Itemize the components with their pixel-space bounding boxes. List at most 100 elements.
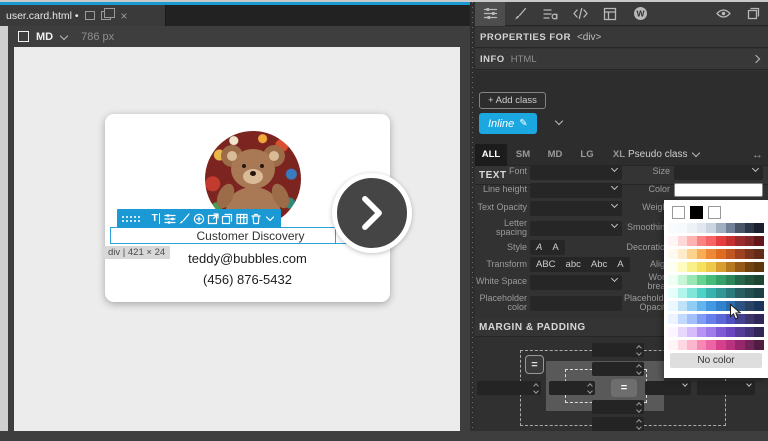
- color-swatch[interactable]: [678, 249, 688, 259]
- breakpoint-tab-sm[interactable]: SM: [507, 144, 539, 166]
- color-swatch[interactable]: [745, 275, 755, 285]
- margin-right-select[interactable]: [697, 381, 755, 395]
- color-swatch[interactable]: [706, 288, 716, 298]
- color-swatch[interactable]: [735, 223, 745, 233]
- padding-bottom-stepper[interactable]: [592, 400, 644, 414]
- insert-icon[interactable]: [192, 211, 205, 226]
- breakpoint-tab-md[interactable]: MD: [539, 144, 571, 166]
- color-swatch[interactable]: [687, 314, 697, 324]
- color-swatch[interactable]: [668, 249, 678, 259]
- preview-window-icon[interactable]: [85, 11, 95, 20]
- color-swatch[interactable]: [697, 236, 707, 246]
- duplicate-icon[interactable]: [221, 211, 234, 226]
- color-swatch[interactable]: [745, 249, 755, 259]
- color-swatch[interactable]: [687, 301, 697, 311]
- edit-text-icon[interactable]: T: [149, 211, 162, 226]
- color-swatch[interactable]: [678, 262, 688, 272]
- style-sliders-icon[interactable]: [163, 211, 176, 226]
- pseudo-class-selector[interactable]: Pseudo class: [628, 149, 699, 160]
- chevron-right-icon[interactable]: [752, 55, 760, 63]
- color-swatch[interactable]: [745, 301, 755, 311]
- size-select[interactable]: [674, 165, 763, 180]
- color-swatch[interactable]: [745, 314, 755, 324]
- close-tab-icon[interactable]: ×: [121, 11, 128, 21]
- color-swatch[interactable]: [745, 262, 755, 272]
- visibility-icon[interactable]: [708, 2, 738, 26]
- color-swatch[interactable]: [754, 236, 764, 246]
- color-swatch[interactable]: [697, 262, 707, 272]
- breakpoint-selector[interactable]: MD: [36, 31, 53, 43]
- color-swatch[interactable]: [735, 288, 745, 298]
- color-input[interactable]: [674, 183, 763, 197]
- breakpoint-tab-all[interactable]: ALL: [475, 144, 507, 166]
- transform-lowercase-button[interactable]: abc: [561, 258, 586, 271]
- more-chevron-icon[interactable]: [264, 211, 277, 226]
- color-swatch[interactable]: [754, 223, 764, 233]
- color-swatch[interactable]: [668, 288, 678, 298]
- tab-attributes[interactable]: [535, 2, 565, 26]
- color-swatch[interactable]: [726, 249, 736, 259]
- color-swatch[interactable]: [687, 223, 697, 233]
- viewport-frame-icon[interactable]: [18, 31, 29, 42]
- placeholder-color-input[interactable]: [530, 296, 622, 311]
- color-swatch[interactable]: [687, 288, 697, 298]
- color-swatch[interactable]: [706, 223, 716, 233]
- color-swatch[interactable]: [697, 249, 707, 259]
- color-swatch[interactable]: [735, 262, 745, 272]
- color-swatch[interactable]: [706, 340, 716, 350]
- color-swatch[interactable]: [745, 236, 755, 246]
- inline-style-button[interactable]: Inline ✎: [479, 113, 537, 134]
- color-swatch[interactable]: [754, 301, 764, 311]
- color-swatch[interactable]: [668, 275, 678, 285]
- no-color-button[interactable]: No color: [670, 353, 762, 368]
- color-swatch[interactable]: [668, 314, 678, 324]
- color-swatch[interactable]: [678, 327, 688, 337]
- padding-right-select[interactable]: [645, 381, 691, 395]
- style-italic-button[interactable]: A: [531, 241, 547, 254]
- add-class-button[interactable]: + Add class: [479, 92, 546, 109]
- brush-icon[interactable]: [178, 211, 191, 226]
- margin-left-stepper[interactable]: [477, 381, 541, 395]
- color-swatch[interactable]: [668, 301, 678, 311]
- color-swatch[interactable]: [678, 301, 688, 311]
- color-swatch[interactable]: [678, 275, 688, 285]
- card-phone-text[interactable]: (456) 876-5432: [105, 272, 390, 287]
- layout-grid-icon[interactable]: [235, 211, 248, 226]
- color-swatch[interactable]: [697, 314, 707, 324]
- color-swatch[interactable]: [668, 327, 678, 337]
- font-select[interactable]: [530, 165, 622, 180]
- color-swatch[interactable]: [745, 288, 755, 298]
- quick-swatch[interactable]: [708, 206, 721, 219]
- color-swatch[interactable]: [706, 314, 716, 324]
- breakpoint-tab-lg[interactable]: LG: [571, 144, 603, 166]
- color-swatch[interactable]: [678, 223, 688, 233]
- color-swatch[interactable]: [726, 288, 736, 298]
- letter-spacing-select[interactable]: [530, 221, 622, 236]
- color-swatch[interactable]: [754, 340, 764, 350]
- color-swatch[interactable]: [726, 327, 736, 337]
- color-swatch[interactable]: [668, 262, 678, 272]
- color-swatch[interactable]: [726, 275, 736, 285]
- margin-bottom-stepper[interactable]: [592, 417, 644, 431]
- color-swatch[interactable]: [716, 275, 726, 285]
- color-swatch[interactable]: [754, 275, 764, 285]
- color-swatch[interactable]: [687, 327, 697, 337]
- color-swatch[interactable]: [716, 340, 726, 350]
- detach-window-icon[interactable]: [101, 11, 111, 20]
- padding-left-stepper[interactable]: [549, 381, 595, 395]
- color-swatch[interactable]: [697, 288, 707, 298]
- quick-swatch[interactable]: [690, 206, 703, 219]
- chevron-down-icon[interactable]: [60, 31, 68, 39]
- color-swatch[interactable]: [754, 327, 764, 337]
- style-normal-button[interactable]: A: [547, 241, 563, 254]
- color-swatch[interactable]: [678, 314, 688, 324]
- card-title-text[interactable]: Customer Discovery: [196, 229, 304, 243]
- color-swatch[interactable]: [735, 275, 745, 285]
- color-swatch[interactable]: [697, 275, 707, 285]
- delete-icon[interactable]: [249, 211, 262, 226]
- color-swatch[interactable]: [697, 223, 707, 233]
- color-swatch[interactable]: [697, 301, 707, 311]
- info-section-row[interactable]: INFO HTML: [475, 49, 768, 70]
- color-swatch[interactable]: [726, 236, 736, 246]
- line-height-select[interactable]: [530, 183, 622, 198]
